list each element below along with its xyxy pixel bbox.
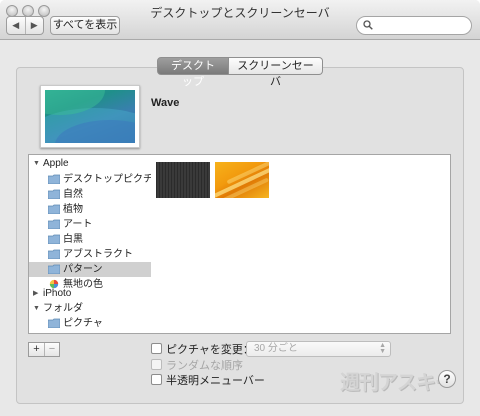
list-item[interactable]: 植物 — [29, 202, 151, 217]
list-item[interactable]: ピクチャ — [29, 316, 151, 331]
list-item[interactable]: 白黒 — [29, 232, 151, 247]
folder-icon — [48, 318, 60, 328]
help-button[interactable]: ? — [438, 370, 456, 388]
stepper-arrows-icon: ▲ ▼ — [379, 342, 386, 355]
preferences-window: デスクトップとスクリーンセーバ ◀ ▶ すべてを表示 デスクトップ スクリーンセ… — [0, 0, 480, 416]
disclosure-triangle-icon[interactable]: ▼ — [33, 301, 40, 316]
desktop-preview — [40, 85, 140, 148]
list-item-label: 白黒 — [63, 234, 83, 245]
add-remove-control: + − — [28, 342, 60, 357]
remove-folder-button[interactable]: − — [44, 343, 59, 356]
list-item-label: ピクチャ — [63, 318, 103, 329]
folder-icon — [48, 264, 60, 274]
list-item-selected[interactable]: パターン — [29, 262, 151, 277]
disclosure-triangle-icon[interactable]: ▼ — [33, 156, 40, 171]
change-picture-label: ピクチャを変更： — [166, 344, 254, 356]
folder-icon — [48, 249, 60, 259]
list-item-label: 自然 — [63, 189, 83, 200]
list-item[interactable]: アート — [29, 217, 151, 232]
group-apple[interactable]: ▼ Apple — [29, 156, 151, 171]
wallpaper-thumbnail[interactable] — [215, 162, 269, 198]
group-folders[interactable]: ▼ フォルダ — [29, 301, 151, 316]
folder-icon — [48, 219, 60, 229]
list-item-label: 植物 — [63, 204, 83, 215]
source-list[interactable]: ▼ Apple デスクトップピクチャ 自然 植物 アート 白黒 アブストラクト — [28, 154, 152, 334]
list-item[interactable]: デスクトップピクチャ — [29, 172, 151, 187]
list-item[interactable]: 自然 — [29, 187, 151, 202]
tab-bar: デスクトップ スクリーンセーバ — [157, 57, 323, 88]
interval-select[interactable]: 30 分ごと ▲ ▼ — [246, 341, 391, 357]
folder-icon — [48, 234, 60, 244]
random-order-label: ランダムな順序 — [166, 360, 243, 372]
change-picture-checkbox[interactable] — [151, 343, 162, 354]
back-forward-control: ◀ ▶ — [6, 16, 44, 35]
wallpaper-preview-image — [45, 90, 135, 143]
list-item-label: デスクトップピクチャ — [63, 174, 152, 185]
folder-icon — [48, 189, 60, 199]
back-button[interactable]: ◀ — [7, 17, 25, 34]
list-item[interactable]: アブストラクト — [29, 247, 151, 262]
list-item-label: アブストラクト — [63, 249, 133, 260]
random-order-checkbox[interactable] — [151, 359, 162, 370]
show-all-button[interactable]: すべてを表示 — [50, 16, 120, 35]
folder-icon — [48, 204, 60, 214]
wallpaper-thumbnail[interactable] — [156, 162, 210, 198]
group-iphoto[interactable]: ▶ iPhoto — [29, 286, 151, 301]
search-input[interactable] — [356, 16, 472, 35]
forward-button[interactable]: ▶ — [24, 17, 44, 34]
translucent-menu-label: 半透明メニューバー — [166, 375, 265, 387]
wallpaper-grid — [151, 154, 451, 334]
tab-desktop[interactable]: デスクトップ — [157, 57, 229, 88]
chevron-left-icon: ◀ — [12, 20, 20, 30]
group-label: iPhoto — [43, 288, 72, 299]
group-label: フォルダ — [43, 303, 83, 314]
search-icon — [363, 20, 373, 30]
title-bar: デスクトップとスクリーンセーバ ◀ ▶ すべてを表示 — [0, 0, 480, 40]
disclosure-triangle-icon[interactable]: ▶ — [33, 286, 38, 301]
chevron-right-icon: ▶ — [30, 20, 38, 30]
add-folder-button[interactable]: + — [29, 343, 44, 356]
interval-select-value: 30 分ごと — [254, 343, 298, 354]
tab-screensaver[interactable]: スクリーンセーバ — [229, 57, 323, 88]
wallpaper-name: Wave — [151, 97, 180, 109]
group-label: Apple — [43, 158, 69, 169]
list-item-label: アート — [63, 219, 93, 230]
translucent-menu-checkbox[interactable] — [151, 374, 162, 385]
watermark: 週刊アスキー — [340, 372, 455, 394]
folder-icon — [48, 174, 60, 184]
list-item-label: パターン — [63, 264, 103, 275]
